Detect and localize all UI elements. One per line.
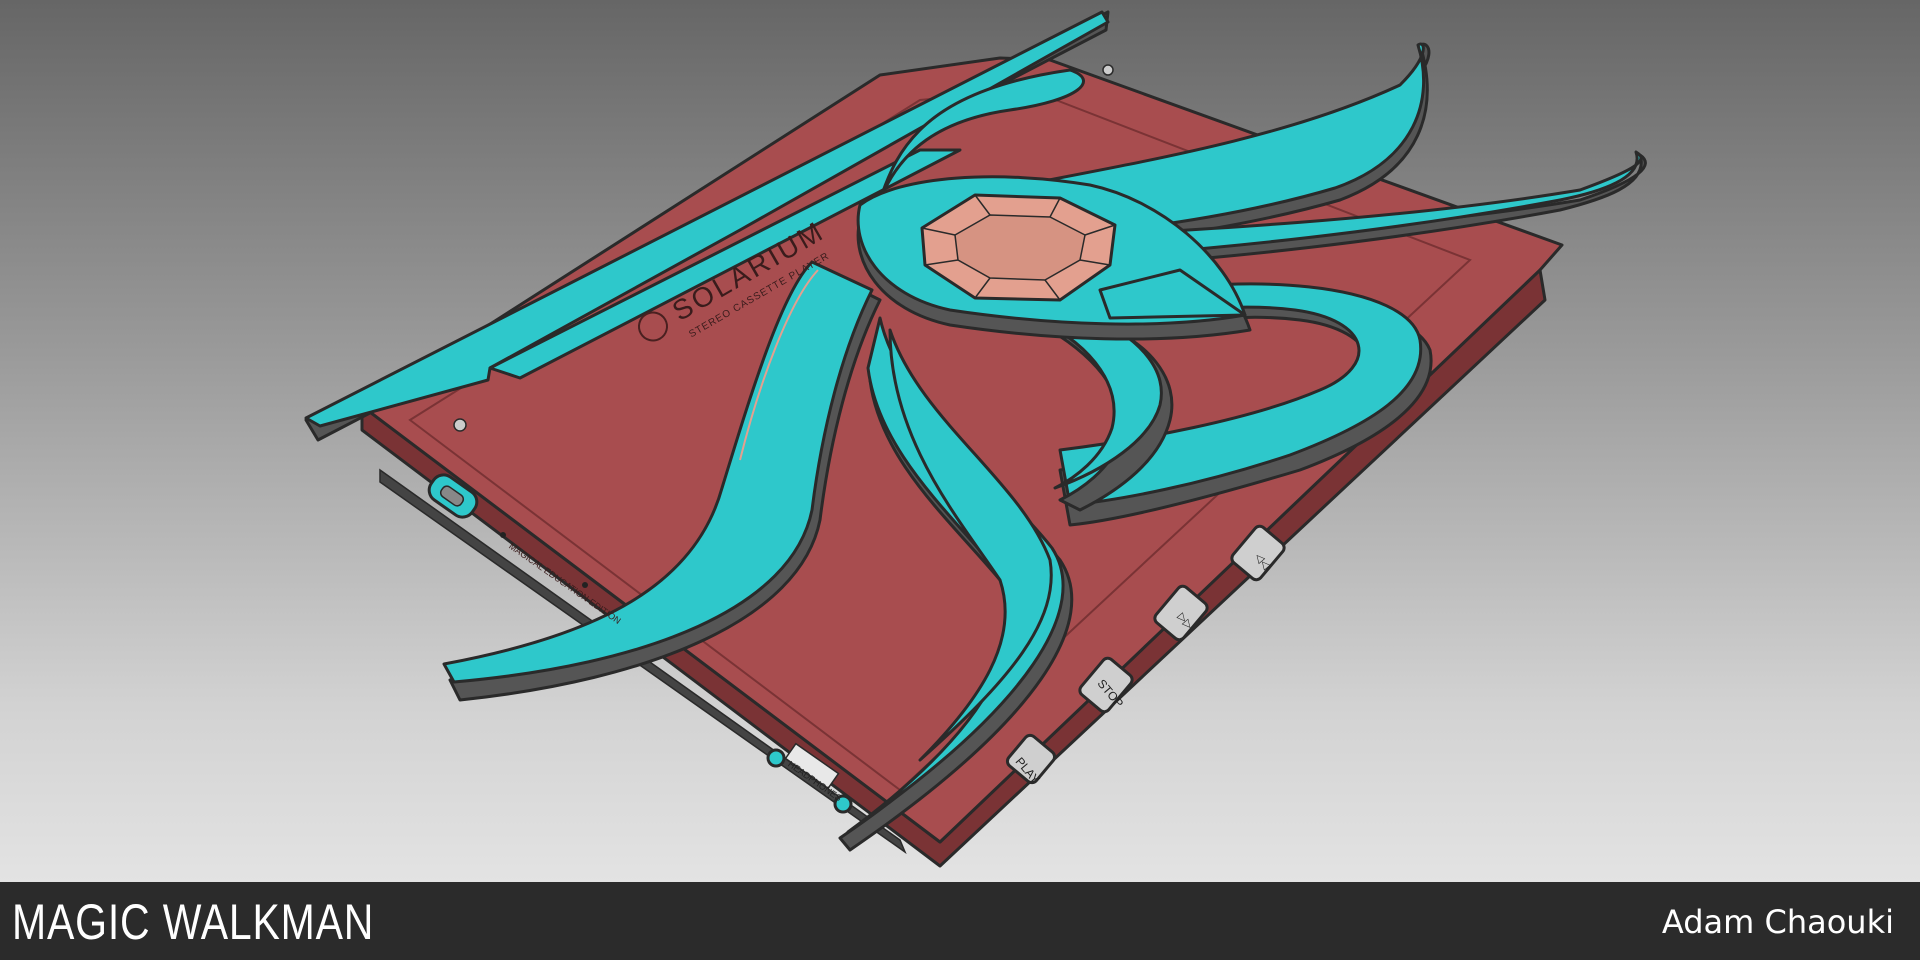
artwork-canvas: SOLARIUM STEREO CASSETTE PLAYER MAGICAL … <box>0 0 1920 882</box>
artwork-title: MAGIC WALKMAN <box>12 894 375 950</box>
author-name: Adam Chaouki <box>1661 903 1894 941</box>
walkman-illustration <box>304 10 1647 868</box>
footer-bar: MAGIC WALKMAN Adam Chaouki <box>0 882 1920 960</box>
